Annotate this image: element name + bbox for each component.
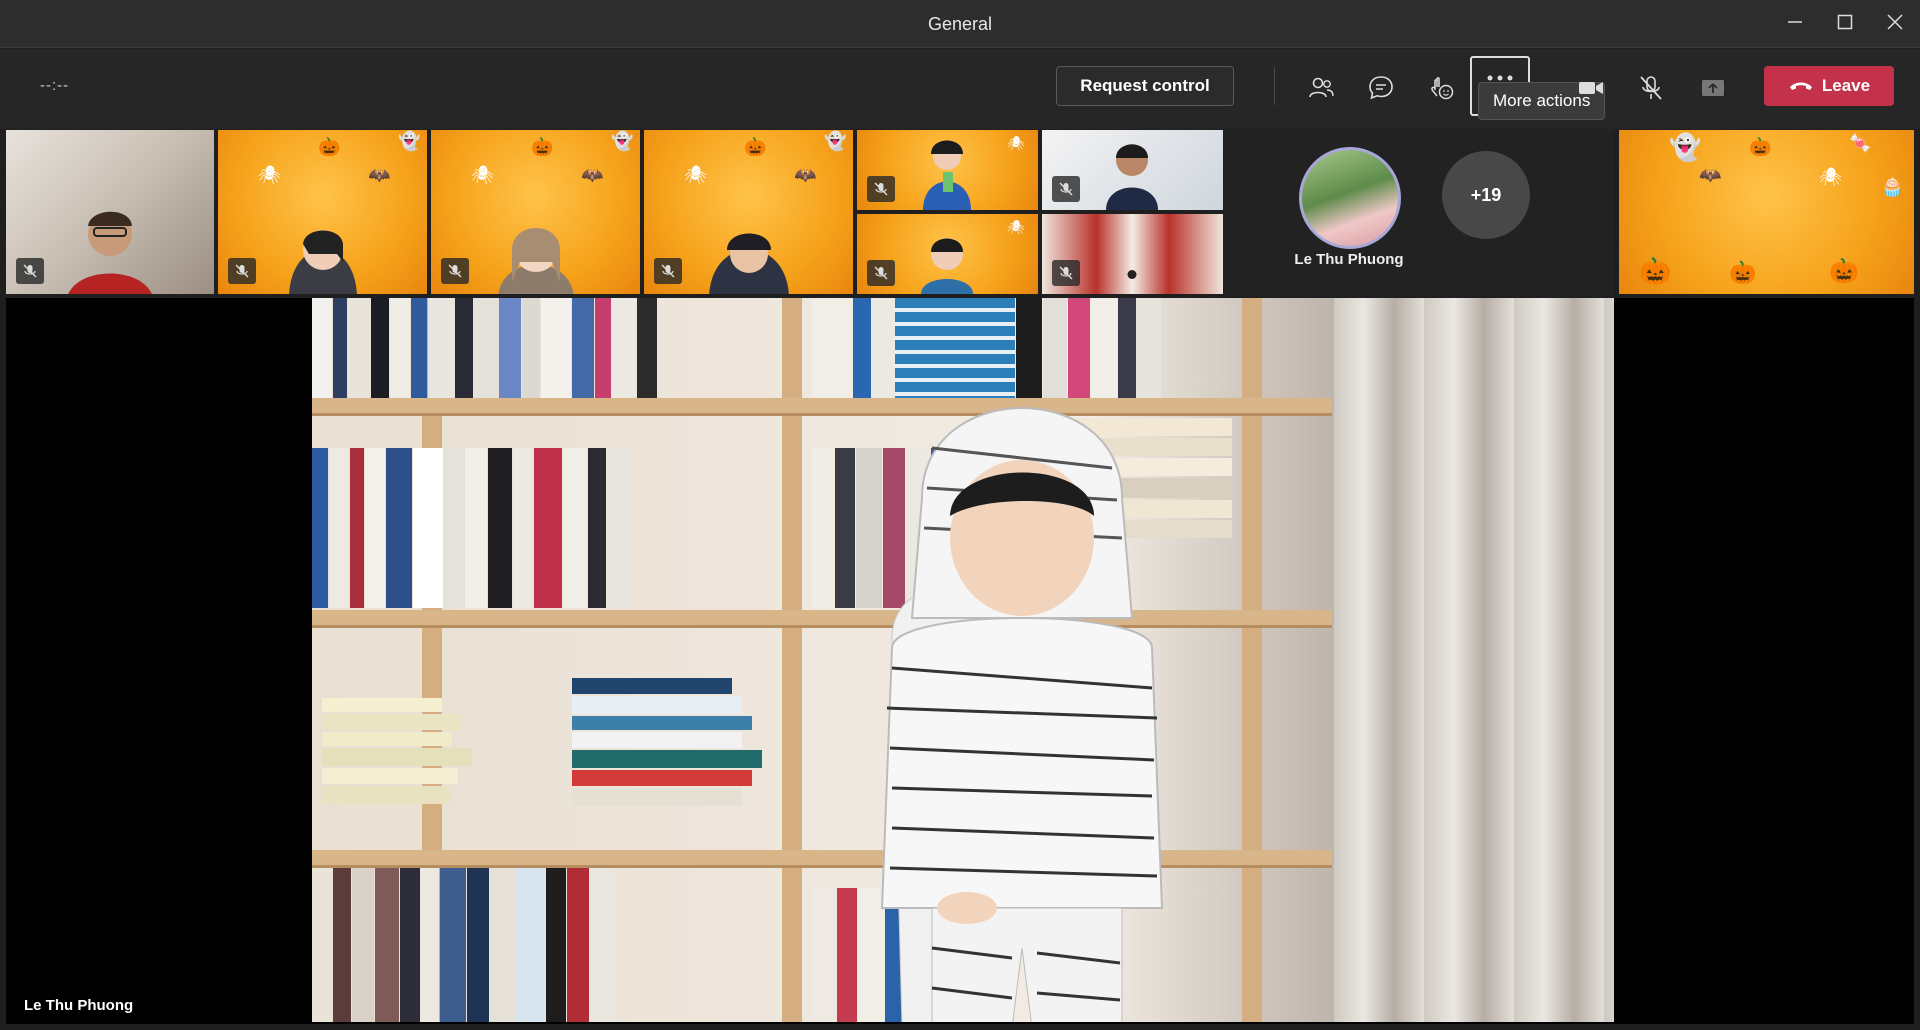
title-bar: General <box>0 0 1920 48</box>
spider-icon: 🕷 <box>258 165 281 185</box>
participant-tile[interactable] <box>1042 130 1223 210</box>
avatar[interactable] <box>1299 147 1401 249</box>
ghost-icon: 👻 <box>611 131 634 151</box>
spider-icon: 🕷 <box>1819 167 1842 187</box>
mic-off-icon <box>235 264 249 278</box>
meeting-toolbar: --:-- Request control More actions Leave <box>0 49 1920 129</box>
main-video-stage: Le Thu Phuong <box>6 298 1914 1024</box>
minimize-button[interactable] <box>1770 0 1820 44</box>
participant-tile[interactable]: 🕷 <box>857 214 1038 294</box>
muted-indicator <box>1052 176 1080 202</box>
participant-video-icon <box>923 140 971 210</box>
mic-off-icon <box>1059 266 1073 280</box>
mic-off-icon <box>874 266 888 280</box>
toolbar-divider <box>1274 67 1275 105</box>
avatar-name: Le Thu Phuong <box>1294 251 1404 268</box>
shared-video[interactable] <box>312 298 1614 1022</box>
reactions-icon <box>1431 77 1454 100</box>
candy-icon: 🍬 <box>1849 133 1872 153</box>
people-icon <box>1309 77 1334 98</box>
mic-off-icon <box>1059 182 1073 196</box>
participant-tile[interactable] <box>1042 214 1223 294</box>
muted-indicator <box>654 258 682 284</box>
curtain <box>1334 298 1614 1022</box>
spider-icon: 🕷 <box>684 165 707 185</box>
close-button[interactable] <box>1870 0 1920 44</box>
ghost-icon: 👻 <box>1669 132 1702 162</box>
book-row <box>312 298 772 398</box>
book-row <box>312 448 772 608</box>
participant-tile[interactable]: 🎃 👻 🕷 🦇 <box>644 130 853 294</box>
mic-off-icon <box>661 264 675 278</box>
more-participants-button[interactable]: +19 <box>1442 151 1530 239</box>
mic-button[interactable] <box>1631 68 1671 108</box>
call-timer: --:-- <box>40 77 70 94</box>
bat-icon: 🦇 <box>581 165 604 185</box>
participant-tile[interactable]: 👻 🎃 🍬 🦇 🕷 🧁 🎃 🎃 🎃 <box>1619 130 1914 294</box>
muted-indicator <box>1052 260 1080 286</box>
book-row <box>312 868 772 1022</box>
window-title: General <box>927 14 993 34</box>
muted-indicator <box>867 260 895 286</box>
leave-button[interactable]: Leave <box>1764 66 1894 106</box>
bat-icon: 🦇 <box>368 165 391 185</box>
minimize-icon <box>1788 21 1802 23</box>
phone-hangup-icon <box>1789 82 1812 90</box>
pumpkin-icon: 🎃 <box>1749 137 1772 157</box>
pumpkin-icon: 🎃 <box>1829 258 1859 285</box>
reactions-button[interactable] <box>1421 68 1461 108</box>
participant-video-icon <box>498 228 573 294</box>
speaker-video-icon <box>880 407 1164 1022</box>
mic-off-icon <box>448 264 462 278</box>
book-row <box>812 298 1232 398</box>
muted-indicator <box>228 258 256 284</box>
spider-icon: 🕷 <box>1007 135 1025 151</box>
participants-button[interactable] <box>1301 68 1341 108</box>
participant-avatar-group: Le Thu Phuong +19 <box>1224 129 1614 296</box>
bat-icon: 🦇 <box>1699 165 1722 185</box>
mic-off-icon <box>874 182 888 196</box>
ghost-icon: 👻 <box>398 131 421 151</box>
leave-label: Leave <box>1821 76 1871 95</box>
participant-tile[interactable] <box>6 130 214 294</box>
participant-video-icon <box>1106 144 1158 210</box>
pumpkin-icon: 🎃 <box>318 137 341 157</box>
participant-video-icon <box>708 233 789 294</box>
pumpkin-icon: 🎃 <box>1729 260 1757 285</box>
pumpkin-icon: 🎃 <box>531 137 554 157</box>
spider-icon: 🕷 <box>1007 219 1025 235</box>
speaker-name-label: Le Thu Phuong <box>24 997 134 1014</box>
camera-icon <box>1579 82 1603 94</box>
participant-video-icon <box>1127 270 1137 279</box>
mic-off-icon <box>23 264 37 278</box>
maximize-icon <box>1837 14 1853 30</box>
muted-indicator <box>441 258 469 284</box>
ghost-icon: 👻 <box>824 131 847 151</box>
participant-strip: 🎃 👻 🕷 🦇 🎃 👻 🕷 🦇 🎃 👻 🕷 🦇 🕷 🕷 Le Thu Phuon… <box>0 129 1920 296</box>
participant-tile[interactable]: 🎃 👻 🕷 🦇 <box>218 130 427 294</box>
mic-off-icon <box>1640 76 1662 100</box>
pumpkin-icon: 🎃 <box>744 137 767 157</box>
participant-video-icon <box>68 211 152 294</box>
maximize-button[interactable] <box>1820 0 1870 44</box>
bat-icon: 🦇 <box>794 165 817 185</box>
participant-video-icon <box>288 230 357 294</box>
participant-tile[interactable]: 🕷 <box>857 130 1038 210</box>
request-control-button[interactable]: Request control <box>1056 66 1234 106</box>
share-screen-icon <box>1702 80 1724 96</box>
chat-button[interactable] <box>1361 68 1401 108</box>
muted-indicator <box>16 258 44 284</box>
muted-indicator <box>867 176 895 202</box>
spider-icon: 🕷 <box>471 165 494 185</box>
pumpkin-icon: 🎃 <box>1639 256 1672 286</box>
cupcake-icon: 🧁 <box>1881 177 1904 197</box>
camera-button[interactable] <box>1571 68 1611 108</box>
close-icon <box>1887 14 1903 30</box>
participant-video-icon <box>921 238 973 294</box>
share-screen-button[interactable] <box>1693 68 1733 108</box>
participant-tile[interactable]: 🎃 👻 🕷 🦇 <box>431 130 640 294</box>
chat-icon <box>1369 76 1393 100</box>
book-stack <box>572 678 792 848</box>
